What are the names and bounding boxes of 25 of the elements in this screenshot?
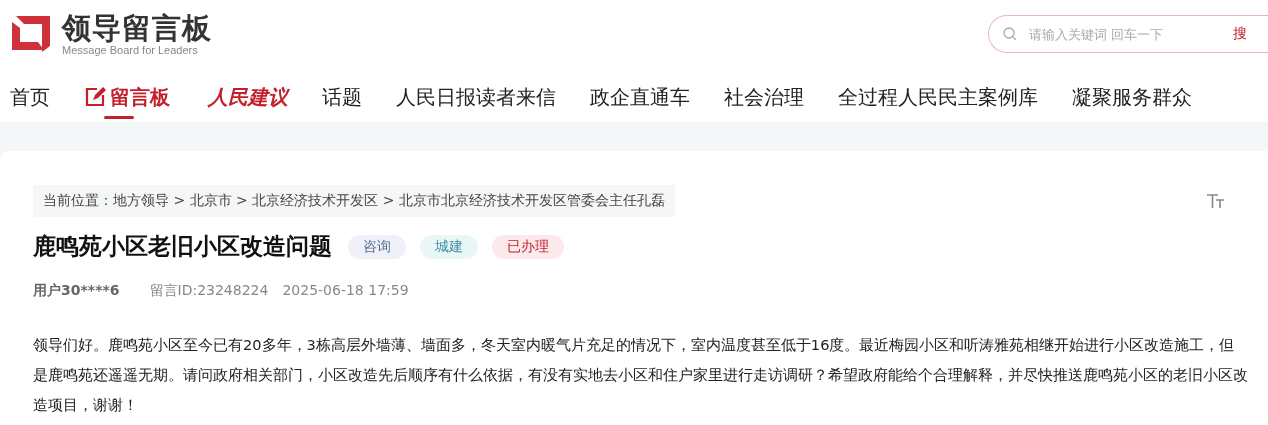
user-name: 用户30****6: [33, 282, 120, 300]
nav-tab[interactable]: 留言板: [84, 71, 170, 119]
edit-icon: [84, 86, 106, 108]
nav-tab[interactable]: 全过程人民民主案例库: [838, 71, 1038, 119]
nav-tab[interactable]: 话题: [322, 71, 362, 119]
nav-tab[interactable]: 人民日报读者来信: [396, 71, 556, 119]
nav-tab[interactable]: 社会治理: [724, 71, 804, 119]
tag-label: 城建: [420, 234, 478, 259]
nav-tab[interactable]: 人民建议: [208, 71, 288, 119]
tag-label: 已办理: [492, 234, 564, 259]
post-time: 2025-06-18 17:59: [282, 282, 409, 300]
tag-label: 咨询: [348, 234, 406, 259]
logo-title: 领导留言板: [62, 11, 212, 44]
message-title: 鹿鸣苑小区老旧小区改造问题: [33, 232, 332, 261]
font-size-icon[interactable]: [1206, 193, 1226, 209]
search-button[interactable]: 搜: [1231, 25, 1249, 43]
search-icon: [1003, 27, 1017, 41]
logo-icon: [10, 14, 52, 54]
message-body: 领导们好。鹿鸣苑小区至今已有20多年，3栋高层外墙薄、墙面多，冬天室内暖气片充足的情况下，室内温度甚至低于16度。最近梅园小区和听涛雅苑相继开始进行小区改造施工，但是鹿鸣苑还遥遥无期。请问政府相关部门，小区改造先后顺序有什么依据，有没有实地去小区和住户家里进行走访调研？希望政府能给个合理解释，并尽快推送鹿鸣苑小区的老旧小区改造项目，谢谢！: [33, 335, 1248, 415]
message-id: 留言ID:23248224: [149, 282, 269, 300]
breadcrumb: 当前位置：地方领导 > 北京市 > 北京经济技术开发区 > 北京市北京经济技术开发区管委会主任孔磊: [33, 185, 675, 217]
nav-tab[interactable]: 凝聚服务群众: [1072, 71, 1192, 119]
logo-subtitle: Message Board for Leaders: [62, 43, 199, 57]
nav-tab[interactable]: 首页: [10, 71, 50, 119]
nav-tab[interactable]: 政企直通车: [590, 71, 690, 119]
